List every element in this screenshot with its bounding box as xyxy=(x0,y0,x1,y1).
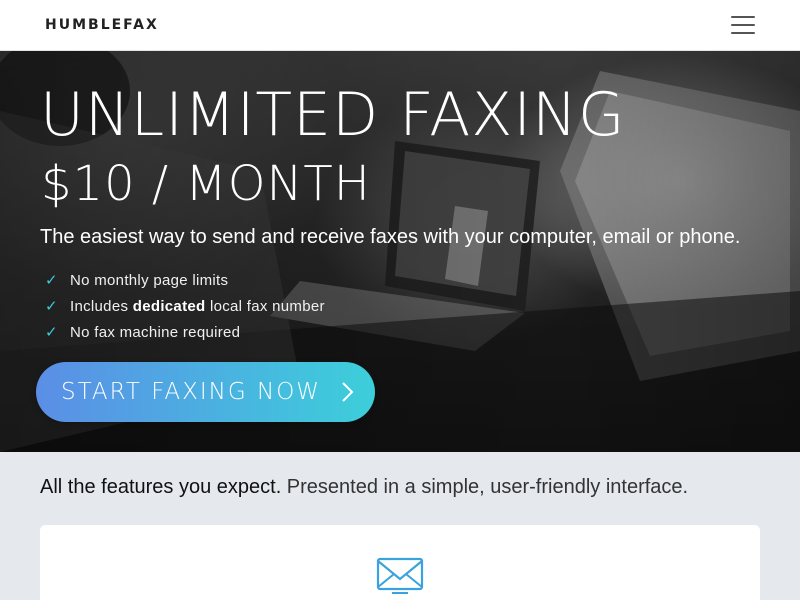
features-intro: All the features you expect. Presented i… xyxy=(40,476,688,499)
benefit-suffix: local fax number xyxy=(205,297,325,315)
navbar: HUMBLEFAX xyxy=(0,0,800,51)
benefit-item: ✓ Includes dedicated local fax number xyxy=(45,293,325,319)
hero-price: $10 / MONTH xyxy=(41,156,371,212)
brand-logo[interactable]: HUMBLEFAX xyxy=(45,17,159,33)
benefit-bold: dedicated xyxy=(132,297,206,315)
benefit-text: No fax machine required xyxy=(70,323,241,341)
features-intro-light: Presented in a simple, user-friendly int… xyxy=(281,476,689,498)
hero-subtitle: The easiest way to send and receive faxe… xyxy=(40,226,741,248)
hero-section: UNLIMITED FAXING $10 / MONTH The easiest… xyxy=(0,51,800,452)
benefit-prefix: Includes xyxy=(70,297,133,315)
hamburger-menu-icon[interactable] xyxy=(731,16,755,34)
features-intro-strong: All the features you expect. xyxy=(40,476,282,498)
benefit-item: ✓ No monthly page limits xyxy=(45,267,325,293)
hero-title: UNLIMITED FAXING xyxy=(40,80,626,150)
benefits-list: ✓ No monthly page limits ✓ Includes dedi… xyxy=(45,267,325,345)
features-section: All the features you expect. Presented i… xyxy=(0,452,800,600)
check-icon: ✓ xyxy=(45,272,58,289)
cta-label: START FAXING NOW xyxy=(61,379,322,405)
check-icon: ✓ xyxy=(45,298,58,315)
check-icon: ✓ xyxy=(45,324,58,341)
benefit-text: No monthly page limits xyxy=(70,271,229,289)
start-faxing-button[interactable]: START FAXING NOW xyxy=(36,362,375,422)
feature-card xyxy=(40,525,760,600)
benefit-item: ✓ No fax machine required xyxy=(45,319,325,345)
chevron-right-icon xyxy=(342,382,354,402)
envelope-icon xyxy=(376,557,424,594)
benefit-text: Includes dedicated local fax number xyxy=(70,298,325,315)
